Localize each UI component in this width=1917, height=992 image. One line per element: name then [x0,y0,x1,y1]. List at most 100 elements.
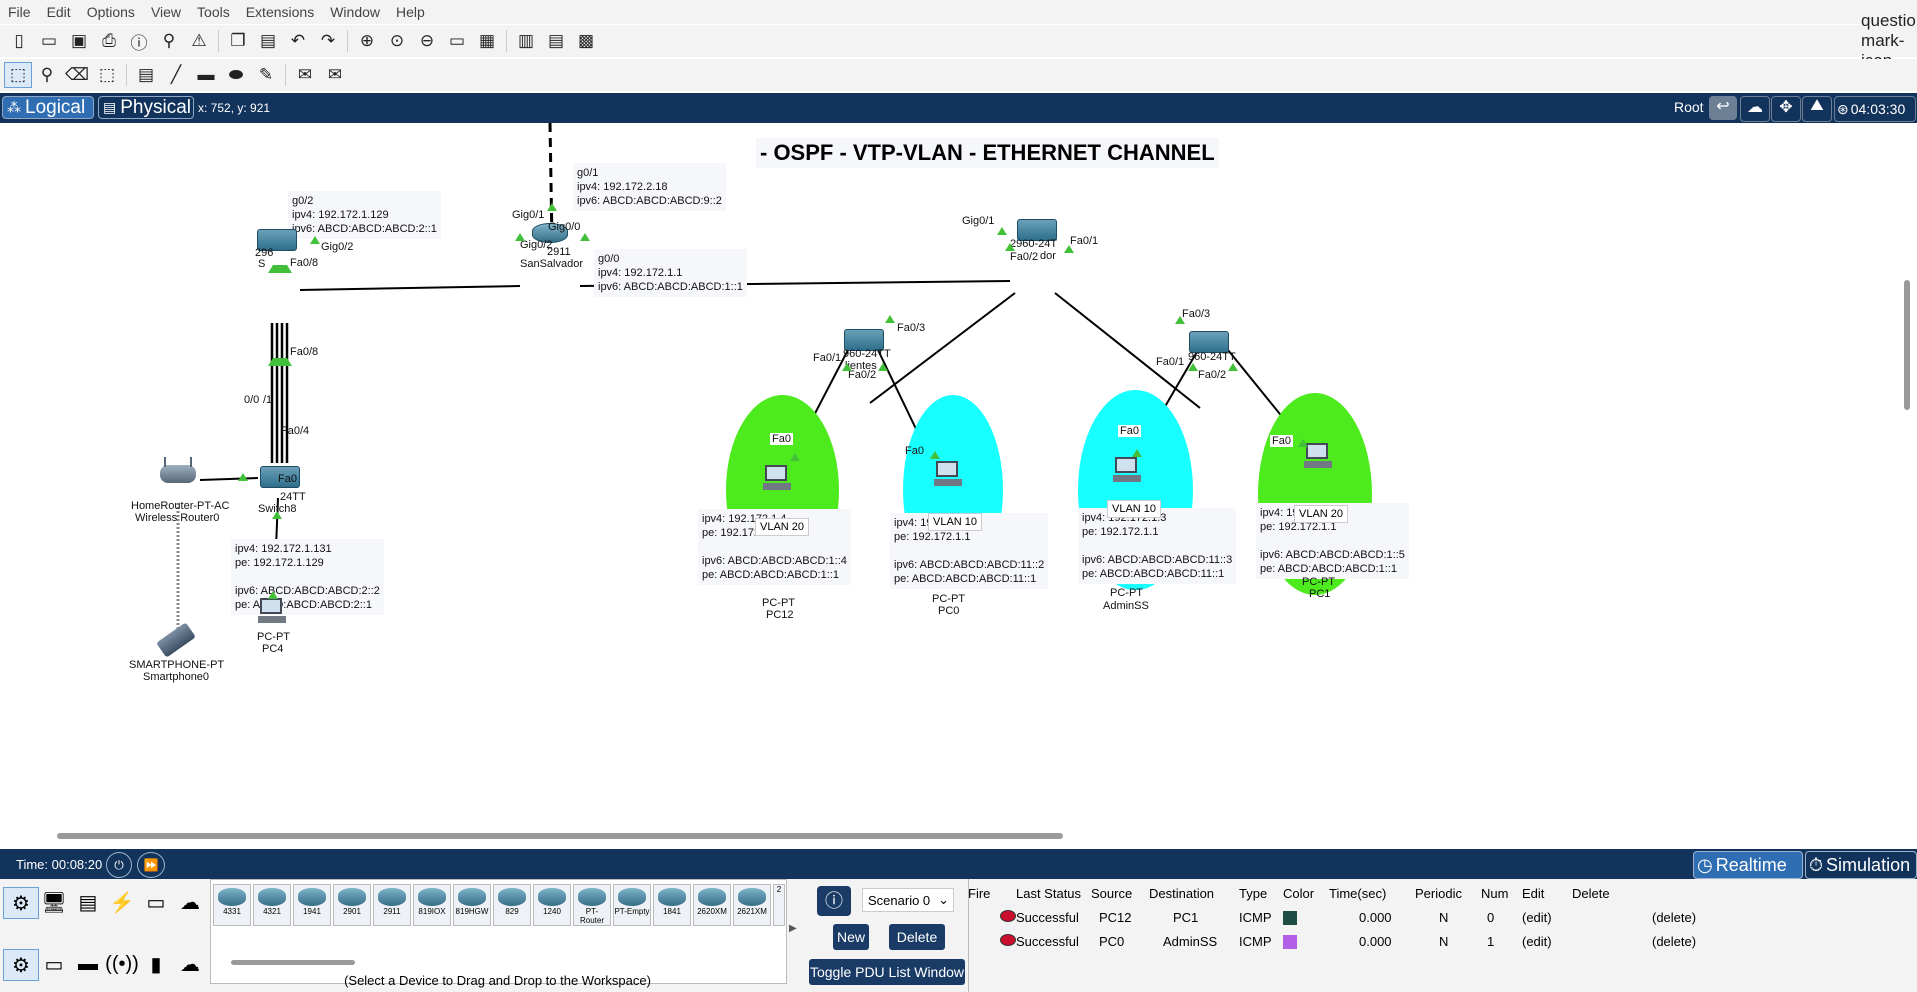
menu-window[interactable]: Window [322,4,388,20]
back-icon[interactable]: ↩ [1709,96,1737,120]
menu-file[interactable]: File [0,4,39,20]
zoom-out-icon[interactable]: ⊖ [412,26,442,56]
notes-icon[interactable]: ▥ [511,26,541,56]
place-note-icon[interactable]: ▤ [131,60,161,90]
network-wizard-icon[interactable]: ⚲ [154,26,184,56]
redo-icon[interactable]: ↷ [313,26,343,56]
pdu-delete-link[interactable]: (delete) [1572,905,1722,929]
device-model-partial[interactable]: 2 [773,884,785,926]
pdu-info-icon[interactable]: ⓘ [817,886,851,916]
panel-collapse-icon[interactable]: ▶ [789,923,797,934]
components-icon[interactable]: ▤ [71,887,105,917]
pc0-device[interactable] [934,461,962,487]
realtime-mode-button[interactable]: ◷ Realtime [1693,851,1803,879]
pc4-device[interactable] [258,598,286,624]
select-icon[interactable]: ⬚ [4,62,32,88]
power-cycle-icon[interactable]: ⏻ [106,852,132,878]
switch-b[interactable] [1189,331,1229,353]
adminss-device[interactable] [1113,457,1141,483]
add-complex-pdu-icon[interactable]: ✉ [320,60,350,90]
toggle-pdu-list-button[interactable]: Toggle PDU List Window [809,959,965,985]
zoom-reset-icon[interactable]: ⊙ [382,26,412,56]
menu-help[interactable]: Help [388,4,433,20]
draw-line-icon[interactable]: ╱ [161,60,191,90]
info-icon[interactable]: ⓘ [124,26,154,56]
undo-icon[interactable]: ↶ [283,26,313,56]
drawing-palette-icon[interactable]: ▭ [442,26,472,56]
pdu-delete-link[interactable]: (delete) [1572,929,1722,953]
menu-edit[interactable]: Edit [39,4,79,20]
horizontal-scrollbar-thumb[interactable] [57,833,1063,839]
ipc-icon[interactable]: ▤ [541,26,571,56]
wan-emulation-icon[interactable]: ☁ [173,949,207,979]
zoom-in-icon[interactable]: ⊕ [352,26,382,56]
question-mark-icon[interactable]: question-mark-icon [1861,11,1917,70]
copy-icon[interactable]: ❐ [223,26,253,56]
vertical-scrollbar-thumb[interactable] [1904,280,1910,410]
pc12-device[interactable] [763,465,791,491]
paste-icon[interactable]: ▤ [253,26,283,56]
fire-pdu-icon[interactable] [1000,909,1016,922]
model-list-scrollbar[interactable] [231,960,355,965]
activity-wizard-icon[interactable]: ⚠ [184,26,214,56]
device-model-2911[interactable]: 2911 [373,884,411,926]
routers-icon[interactable]: ⚙ [3,949,39,981]
multiuser-icon[interactable]: ☁ [173,887,207,917]
clock-button[interactable]: ⊛ 04:03:30 [1834,96,1916,122]
inspect-icon[interactable]: ⚲ [32,60,62,90]
new-file-icon[interactable]: ▯ [4,26,34,56]
device-model-1941[interactable]: 1941 [293,884,331,926]
cloud-icon[interactable]: ☁ [1740,96,1770,122]
custom-device-icon[interactable]: ▦ [472,26,502,56]
menu-options[interactable]: Options [79,4,143,20]
device-model-2621xm[interactable]: 2621XM [733,884,771,926]
draw-ellipse-icon[interactable]: ⬬ [221,60,251,90]
open-folder-icon[interactable]: ▭ [34,26,64,56]
simulation-mode-button[interactable]: ⏱ Simulation [1805,851,1917,879]
pt-panel-icon[interactable]: ▩ [571,26,601,56]
device-model-829[interactable]: 829 [493,884,531,926]
menu-tools[interactable]: Tools [189,4,238,20]
device-model-1841[interactable]: 1841 [653,884,691,926]
print-icon[interactable]: ⎙ [94,26,124,56]
network-devices-icon[interactable]: ⚙ [3,887,39,919]
hubs-icon[interactable]: ▬ [71,949,105,979]
device-model-819iox[interactable]: 819IOX [413,884,451,926]
logical-workspace[interactable]: - OSPF - VTP-VLAN - ETHERNET CHANNEL g0/… [0,123,1917,825]
freeform-icon[interactable]: ✎ [251,60,281,90]
device-model-2901[interactable]: 2901 [333,884,371,926]
save-icon[interactable]: ▣ [64,26,94,56]
menu-view[interactable]: View [143,4,189,20]
physical-tab[interactable]: ▤ Physical [98,96,194,119]
device-model-819hgw[interactable]: 819HGW [453,884,491,926]
delete-scenario-button[interactable]: Delete [889,924,945,950]
device-model-pt-router[interactable]: PT-Router [573,884,611,926]
pc1-device[interactable] [1304,443,1332,469]
resize-icon[interactable]: ⬚ [92,60,122,90]
pdu-edit-link[interactable]: (edit) [1522,929,1572,953]
navigate-icon[interactable]: ✥ [1771,96,1801,122]
logical-tab[interactable]: ⁂ Logical [2,96,94,119]
connections-icon[interactable]: ⚡ [105,887,139,917]
switches-icon[interactable]: ▭ [37,949,71,979]
delete-icon[interactable]: ⌫ [62,60,92,90]
end-devices-icon[interactable]: 🖥 [37,887,71,917]
add-simple-pdu-icon[interactable]: ✉ [290,60,320,90]
wireless-router[interactable] [160,465,196,483]
device-model-1240[interactable]: 1240 [533,884,571,926]
menu-extensions[interactable]: Extensions [238,4,322,20]
new-scenario-button[interactable]: New [833,924,869,950]
miscellaneous-icon[interactable]: ▭ [139,887,173,917]
draw-rectangle-icon[interactable]: ▬ [191,60,221,90]
background-image-icon[interactable]: ⛰ [1802,96,1832,122]
wireless-devices-icon[interactable]: ((•)) [105,949,139,979]
device-model-pt-empty[interactable]: PT-Empty [613,884,651,926]
fire-pdu-icon[interactable] [1000,933,1016,946]
device-model-4331[interactable]: 4331 [213,884,251,926]
device-model-4321[interactable]: 4321 [253,884,291,926]
fast-forward-icon[interactable]: ⏩ [137,852,165,878]
scenario-select[interactable]: Scenario 0 ⌄ [862,888,954,912]
device-model-2620xm[interactable]: 2620XM [693,884,731,926]
pdu-edit-link[interactable]: (edit) [1522,905,1572,929]
security-icon[interactable]: ▮ [139,949,173,979]
